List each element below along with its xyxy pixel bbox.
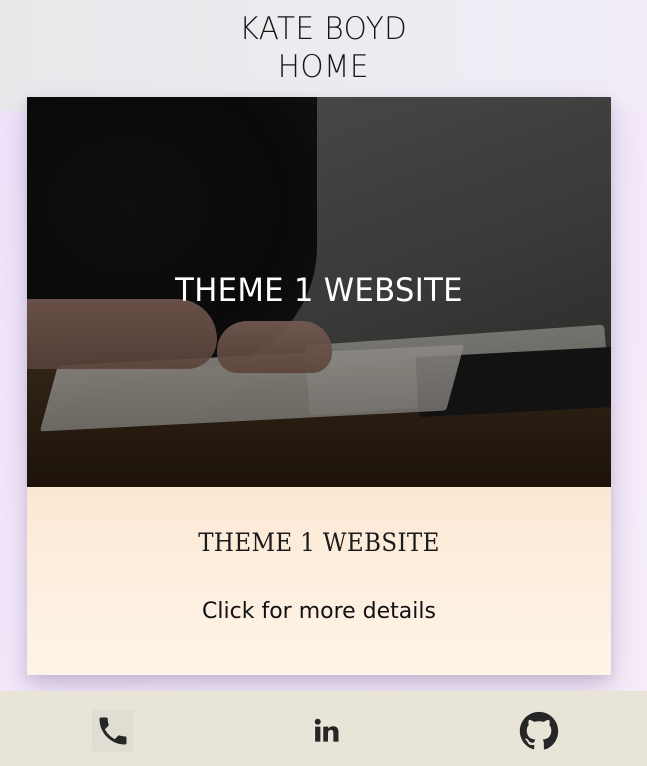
image-overlay-title: THEME 1 WEBSITE bbox=[175, 271, 463, 309]
linkedin-icon-glyph bbox=[314, 718, 339, 742]
logo-line-home: HOME bbox=[277, 49, 370, 85]
project-card[interactable]: THEME 1 WEBSITE THEME 1 WEBSITE Click fo… bbox=[27, 97, 611, 675]
logo-line-name: KATE BOYD bbox=[239, 11, 408, 47]
github-icon-glyph bbox=[519, 711, 559, 750]
github-icon[interactable] bbox=[518, 710, 560, 752]
site-header: KATE BOYD HOME bbox=[0, 0, 647, 111]
home-logo-link[interactable]: KATE BOYD HOME bbox=[240, 10, 408, 86]
project-card-title: THEME 1 WEBSITE bbox=[198, 528, 440, 557]
project-card-image: THEME 1 WEBSITE bbox=[27, 97, 611, 487]
site-footer bbox=[0, 691, 647, 766]
phone-icon-glyph bbox=[99, 717, 127, 745]
linkedin-icon[interactable] bbox=[306, 710, 348, 752]
phone-icon[interactable] bbox=[92, 710, 134, 752]
more-details-link[interactable]: Click for more details bbox=[202, 599, 436, 624]
project-card-body: THEME 1 WEBSITE Click for more details bbox=[27, 487, 611, 675]
